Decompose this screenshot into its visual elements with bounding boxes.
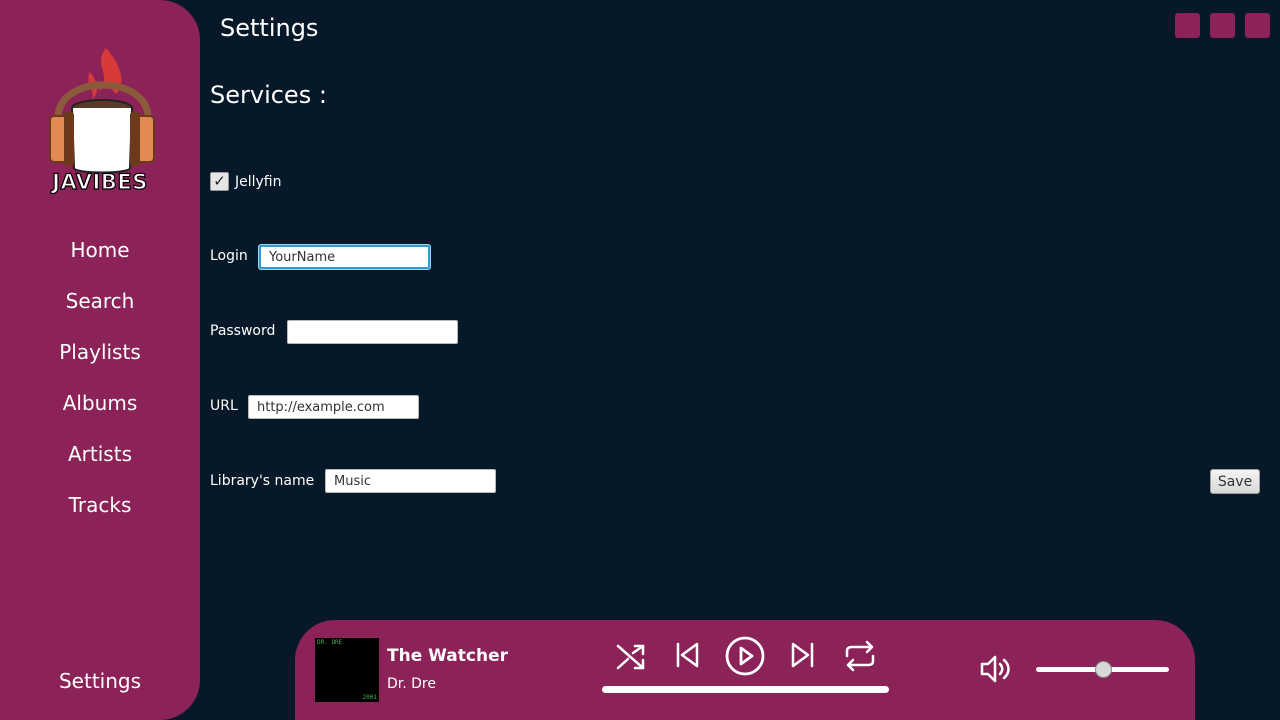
player-bar: DR. DRE 2001 The Watcher Dr. Dre	[295, 620, 1195, 720]
login-label: Login	[210, 248, 248, 264]
cover-top-text: DR. DRE	[317, 639, 343, 646]
track-title: The Watcher	[387, 646, 508, 666]
close-button[interactable]	[1245, 13, 1270, 38]
repeat-icon[interactable]	[843, 640, 877, 672]
next-icon[interactable]	[787, 640, 817, 670]
sidebar-item-playlists[interactable]: Playlists	[0, 340, 200, 364]
sidebar-item-artists[interactable]: Artists	[0, 442, 200, 466]
shuffle-icon[interactable]	[615, 640, 647, 672]
page-title: Settings	[220, 14, 319, 42]
volume-icon[interactable]	[978, 653, 1012, 685]
url-field[interactable]	[248, 395, 419, 419]
password-field[interactable]	[287, 320, 458, 344]
jellyfin-checkbox-row[interactable]: ✓ Jellyfin	[210, 172, 282, 191]
save-button[interactable]: Save	[1210, 469, 1260, 494]
jellyfin-label: Jellyfin	[235, 173, 282, 190]
password-label: Password	[210, 323, 276, 339]
sidebar-item-settings[interactable]: Settings	[0, 669, 200, 693]
sidebar-item-home[interactable]: Home	[0, 238, 200, 262]
sidebar-item-tracks[interactable]: Tracks	[0, 493, 200, 517]
album-cover[interactable]: DR. DRE 2001	[315, 638, 379, 702]
url-label: URL	[210, 398, 238, 414]
sidebar-item-albums[interactable]: Albums	[0, 391, 200, 415]
library-name-label: Library's name	[210, 473, 315, 489]
maximize-button[interactable]	[1210, 13, 1235, 38]
login-field[interactable]	[259, 245, 430, 269]
volume-slider-thumb[interactable]	[1094, 661, 1112, 678]
previous-icon[interactable]	[673, 640, 703, 670]
library-name-field[interactable]	[325, 469, 496, 493]
services-section-title: Services :	[210, 81, 327, 109]
minimize-button[interactable]	[1175, 13, 1200, 38]
jellyfin-checkbox[interactable]: ✓	[210, 172, 229, 191]
playback-progress-bar[interactable]	[602, 686, 889, 693]
checkmark-icon: ✓	[213, 172, 226, 190]
cover-bottom-text: 2001	[362, 694, 377, 701]
sidebar-item-search[interactable]: Search	[0, 289, 200, 313]
play-icon[interactable]	[724, 635, 766, 677]
track-artist[interactable]: Dr. Dre	[387, 676, 436, 692]
app-logo-text: JAVIBES	[52, 169, 148, 194]
sidebar: JAVIBES Home Search Playlists Albums Art…	[0, 0, 200, 720]
